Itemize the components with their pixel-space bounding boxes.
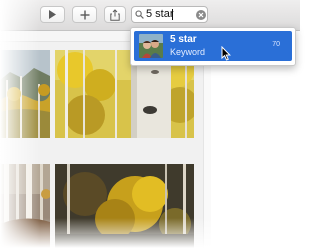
suggestion-title: 5 star — [170, 34, 197, 45]
photo-thumbnail[interactable] — [0, 50, 50, 138]
autumn-forest-image — [0, 50, 50, 138]
search-suggestions: 5 star Keyword 70 — [130, 27, 296, 66]
search-input[interactable]: 5 star — [146, 8, 174, 20]
search-field[interactable]: 5 star — [131, 6, 208, 23]
plus-icon — [80, 10, 89, 19]
suggestion-item[interactable]: 5 star Keyword 70 — [134, 31, 292, 61]
play-icon — [49, 10, 56, 19]
mouse-pointer-icon — [221, 46, 231, 61]
share-icon — [110, 8, 120, 21]
suggestion-thumbnail — [139, 34, 163, 58]
share-button[interactable] — [104, 6, 126, 23]
people-photo-icon — [139, 34, 163, 58]
magnifier-icon — [135, 10, 144, 19]
photo-grid — [0, 42, 203, 248]
play-button[interactable] — [40, 6, 65, 23]
add-button[interactable] — [72, 6, 97, 23]
photo-thumbnail[interactable] — [55, 164, 194, 248]
text-caret — [172, 9, 173, 20]
photo-thumbnail[interactable] — [0, 164, 50, 248]
birch-forest-image — [0, 164, 50, 248]
golden-aspen-image — [55, 164, 194, 248]
clear-icon[interactable] — [196, 10, 206, 20]
suggestion-subtitle: Keyword — [170, 47, 206, 57]
suggestion-count: 70 — [272, 41, 280, 48]
